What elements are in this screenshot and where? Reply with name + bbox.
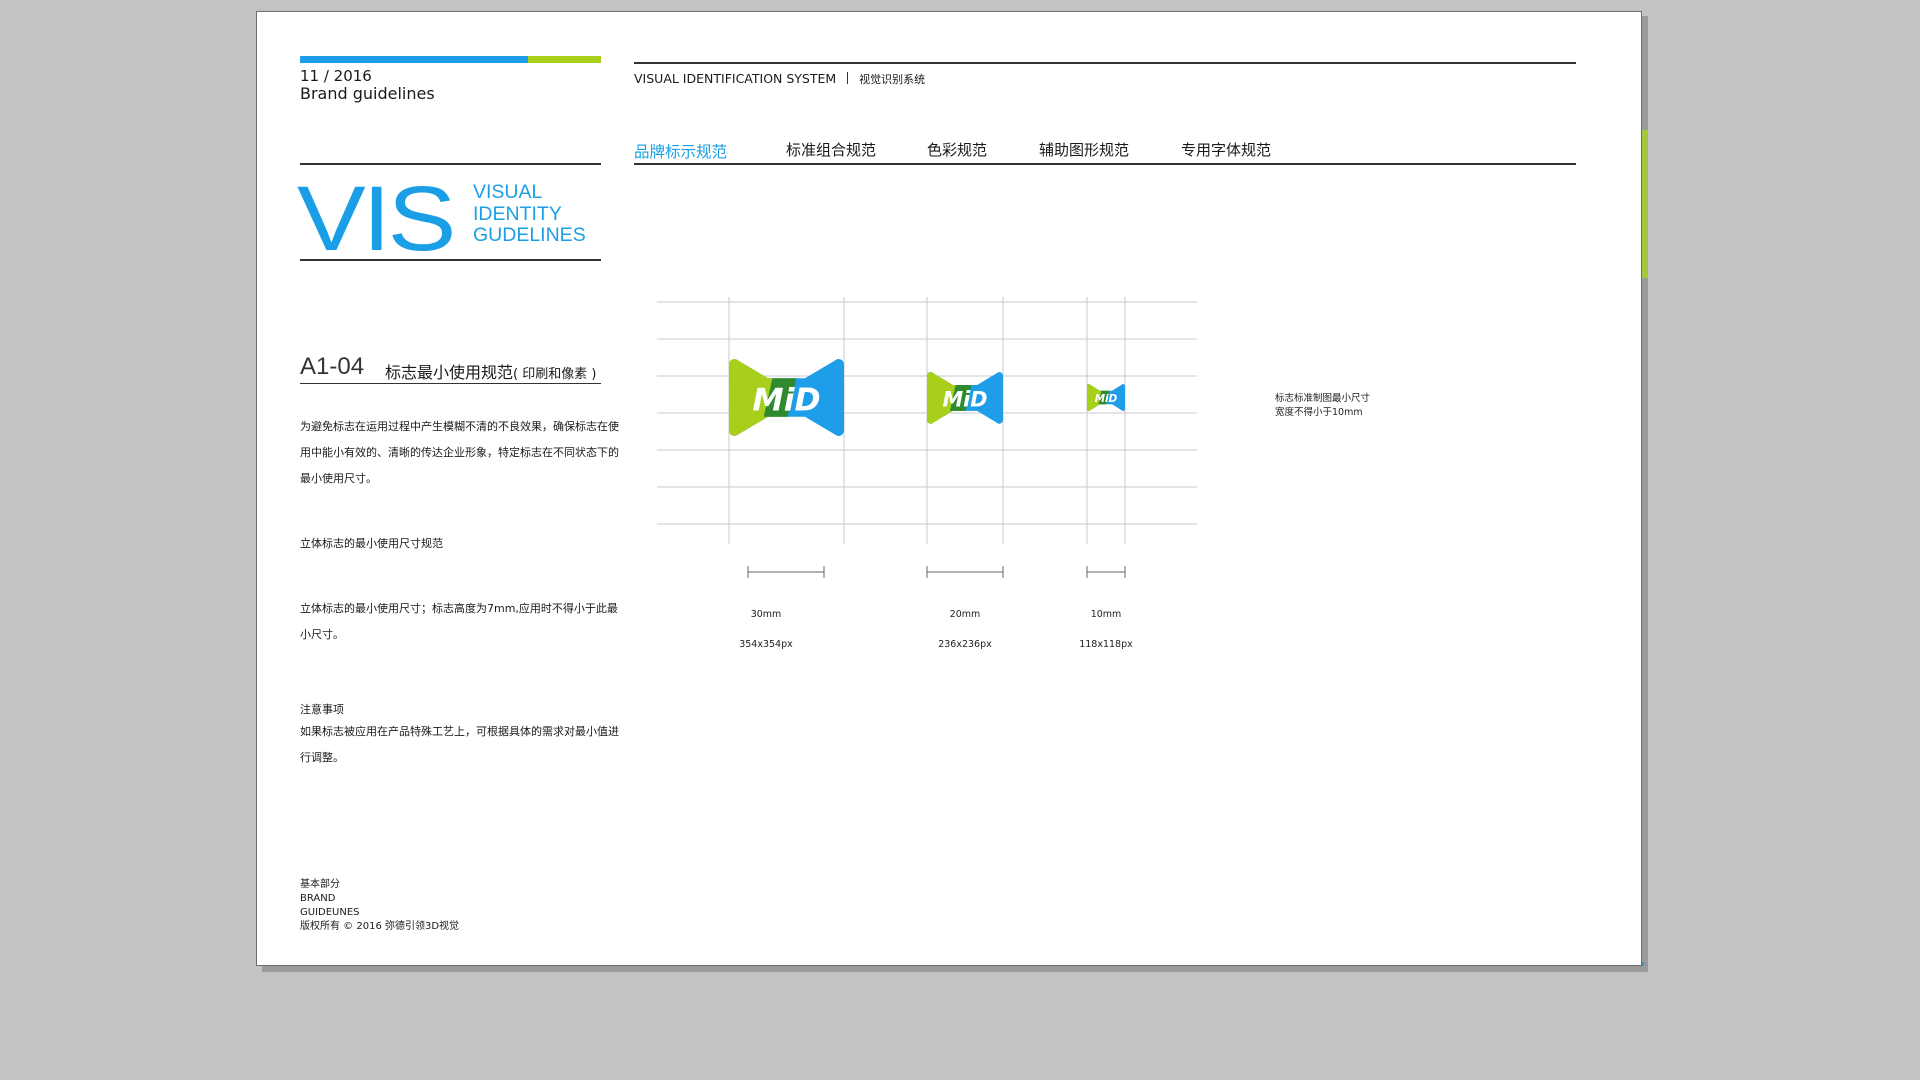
divider-section <box>300 383 601 384</box>
dimension-brackets <box>747 566 1126 578</box>
min-size-note-line1: 标志标准制图最小尺寸 <box>1275 393 1371 404</box>
page-edge-accent-green <box>1641 130 1648 278</box>
footer-copyright: 版权所有 © 2016 弥德引领3D视觉 <box>300 921 460 932</box>
tabs-rule <box>634 163 1576 165</box>
vis-wordmark: VIS <box>297 168 456 270</box>
pixel-label-354: 354x354px <box>739 639 793 650</box>
section-paragraph: 为避免标志在运用过程中产生模糊不清的不良效果，确保标志在使用中能小有效的、清晰的… <box>300 420 619 485</box>
logo-30mm <box>729 359 845 437</box>
notes-heading: 注意事项 <box>300 703 344 716</box>
logo-20mm <box>927 372 1004 424</box>
system-title-en: VISUAL IDENTIFICATION SYSTEM <box>634 71 837 86</box>
system-title: VISUAL IDENTIFICATION SYSTEM 视觉识别系统 <box>634 71 925 87</box>
size-label-30mm: 30mm <box>750 609 782 620</box>
footer: 基本部分 BRAND GUIDEUNES 版权所有 © 2016 弥德引领3D视… <box>300 878 459 934</box>
size-label-10mm: 10mm <box>1090 609 1122 620</box>
footer-brand: BRAND <box>300 893 336 904</box>
footer-guidelines: GUIDEUNES <box>300 907 360 918</box>
pixel-label-236: 236x236px <box>938 639 992 650</box>
system-title-zh: 视觉识别系统 <box>859 73 926 86</box>
brand-bar-blue <box>300 56 528 63</box>
brand-bar-green <box>528 56 601 63</box>
section-title-sub: ( 印刷和像素 ) <box>513 367 597 382</box>
document-subtitle: Brand guidelines <box>300 84 435 103</box>
footer-section: 基本部分 <box>300 879 340 890</box>
section-title: 标志最小使用规范( 印刷和像素 ) <box>385 359 596 383</box>
vis-tagline-line3: GUDELINES <box>473 224 586 246</box>
guideline-page: 11 / 2016 Brand guidelines VIS VISUAL ID… <box>256 11 1642 966</box>
tab-auxiliary-graphics[interactable]: 辅助图形规范 <box>1039 139 1129 160</box>
section-code: A1-04 <box>300 353 365 380</box>
tab-standard-combination[interactable]: 标准组合规范 <box>786 139 876 160</box>
vis-tagline: VISUAL IDENTITY GUDELINES <box>473 181 586 247</box>
title-separator <box>847 72 849 84</box>
document-date: 11 / 2016 <box>300 67 372 85</box>
section-title-text: 标志最小使用规范 <box>385 363 514 382</box>
min-size-note: 标志标准制图最小尺寸 宽度不得小于10mm <box>1275 392 1370 420</box>
logo-size-diagram: MiD <box>657 297 1197 578</box>
divider-top <box>300 163 601 165</box>
logo-10mm <box>1087 384 1125 411</box>
section-paragraph-3d: 立体标志的最小使用尺寸；标志高度为7mm,应用时不得小于此最小尺寸。 <box>300 602 618 641</box>
notes-paragraph: 如果标志被应用在产品特殊工艺上，可根据具体的需求对最小值进行调整。 <box>300 725 619 764</box>
vis-tagline-line2: IDENTITY <box>473 202 562 225</box>
tab-color[interactable]: 色彩规范 <box>927 139 987 160</box>
divider-vis-bottom <box>300 259 601 261</box>
min-size-note-line2: 宽度不得小于10mm <box>1275 407 1363 418</box>
section-heading-3d: 立体标志的最小使用尺寸规范 <box>300 537 443 550</box>
vis-tagline-line1: VISUAL <box>473 181 543 203</box>
pixel-label-118: 118x118px <box>1079 639 1133 650</box>
tab-font[interactable]: 专用字体规范 <box>1181 139 1271 160</box>
tab-brand-logo[interactable]: 品牌标示规范 <box>634 140 727 162</box>
header-rule <box>634 62 1576 64</box>
size-label-20mm: 20mm <box>949 609 981 620</box>
